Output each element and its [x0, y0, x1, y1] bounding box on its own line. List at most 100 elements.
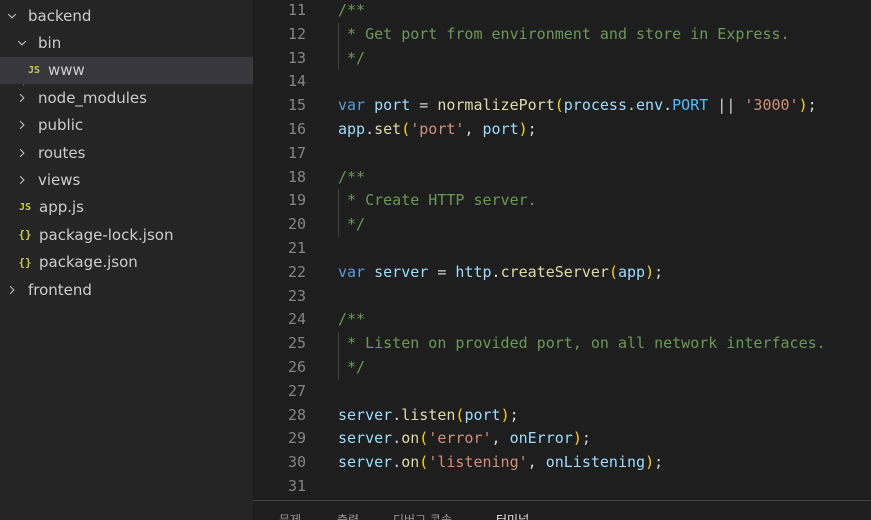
code-line[interactable]: 15 var port = normalizePort(process.env.P… [253, 94, 871, 118]
token-bracket: ) [645, 262, 655, 281]
line-number: 29 [287, 429, 306, 448]
token-bracket: ) [645, 453, 655, 472]
tree-item-views[interactable]: views [0, 166, 253, 193]
chevron-right-icon[interactable] [15, 166, 29, 193]
token-variable: app [617, 262, 646, 281]
chevron-right-icon[interactable] [15, 139, 29, 166]
code-line[interactable]: 20 */ [253, 213, 871, 237]
chevron-right-icon[interactable] [15, 112, 29, 139]
code-line[interactable]: 24 /** [253, 308, 871, 332]
token-bracket: ( [554, 96, 564, 115]
explorer-sidebar: backend bin JS www node_modulespublic routes v… [0, 0, 253, 520]
token-keyword: var [338, 96, 366, 115]
token-variable: http [455, 262, 492, 281]
token-comment: * Get port from environment and store in… [338, 24, 790, 43]
code-line[interactable]: 29 server.on('error', onError); [253, 427, 871, 451]
token-bracket: ) [500, 405, 510, 424]
tree-item-www[interactable]: JS www [0, 56, 253, 84]
code-text: server.listen(port); [338, 404, 519, 428]
token-punct: , [464, 120, 483, 138]
tree-item-label: bin [38, 33, 62, 52]
panel-tab[interactable]: 출력 [337, 511, 359, 520]
token-punct: . [663, 96, 673, 115]
chevron-right-icon[interactable] [5, 276, 19, 303]
tree-item-public[interactable]: public [0, 112, 253, 139]
token-punct: ; [581, 429, 591, 448]
token-variable: onListening [545, 453, 646, 472]
tree-item-routes[interactable]: routes [0, 139, 253, 166]
code-line[interactable]: 12 * Get port from environment and store… [253, 23, 871, 47]
tree-item-package-lock-json[interactable]: {} package-lock.json [0, 221, 253, 248]
code-text: server.on('listening', onListening); [338, 451, 663, 475]
token-punct: ; [654, 453, 664, 472]
tree-item-label: www [48, 61, 85, 80]
token-bracket: ( [608, 262, 618, 281]
code-line[interactable]: 16 app.set('port', port); [253, 118, 871, 142]
line-number: 30 [287, 453, 306, 472]
token-variable: process [563, 96, 627, 115]
code-line[interactable]: 25 * Listen on provided port, on all net… [253, 332, 871, 356]
code-line[interactable]: 11 /** [253, 0, 871, 23]
code-line[interactable]: 26 */ [253, 356, 871, 380]
tree-item-package-json[interactable]: {} package.json [0, 249, 253, 276]
comment-indent-guide [338, 213, 339, 237]
chevron-down-icon[interactable] [5, 2, 19, 29]
tree-item-bin[interactable]: bin [0, 29, 253, 56]
code-line[interactable]: 18 /** [253, 166, 871, 190]
code-line[interactable]: 27 [253, 380, 871, 404]
code-editor[interactable]: 11 /** 12 * Get port from environment and … [253, 0, 871, 500]
token-variable: port [482, 120, 519, 138]
code-text: /** [338, 166, 365, 190]
tree-item-label: package.json [39, 253, 138, 272]
code-text: * Create HTTP server. [338, 189, 537, 213]
chevron-right-icon[interactable] [15, 84, 29, 111]
panel-tab[interactable]: 디버그 콘솔 [393, 511, 452, 520]
json-file-icon: {} [18, 228, 32, 242]
token-punct: = [428, 262, 456, 281]
token-comment: */ [338, 358, 366, 376]
line-number: 26 [287, 358, 306, 376]
code-text: /** [338, 308, 365, 332]
code-line[interactable]: 13 */ [253, 47, 871, 71]
code-line[interactable]: 14 [253, 70, 871, 94]
code-line[interactable]: 28 server.listen(port); [253, 404, 871, 428]
tree-item-label: public [38, 116, 84, 135]
code-line[interactable]: 31 [253, 475, 871, 499]
token-variable: port [464, 405, 501, 424]
code-line[interactable]: 30 server.on('listening', onListening); [253, 451, 871, 475]
code-line[interactable]: 21 [253, 237, 871, 261]
chevron-down-icon[interactable] [15, 29, 29, 56]
code-line[interactable]: 17 [253, 142, 871, 166]
token-bracket: ) [572, 429, 582, 448]
tree-item-frontend[interactable]: frontend [0, 276, 253, 303]
panel-tab[interactable]: 문제 [279, 511, 301, 520]
tree-item-backend[interactable]: backend [0, 2, 253, 29]
code-line[interactable]: 22 var server = http.createServer(app); [253, 261, 871, 285]
tree-item-app-js[interactable]: JS app.js [0, 194, 253, 221]
token-punct: ; [509, 405, 519, 424]
tree-item-node-modules[interactable]: node_modules [0, 84, 253, 111]
comment-indent-guide [338, 46, 339, 71]
token-variable: env [636, 96, 664, 115]
tree-item-label: routes [38, 143, 86, 162]
line-number: 16 [287, 120, 306, 138]
token-bracket: ( [419, 429, 429, 448]
token-punct: . [365, 120, 375, 138]
token-punct: . [392, 453, 402, 472]
token-punct: = [410, 96, 438, 115]
code-text: server.on('error', onError); [338, 427, 591, 451]
line-number: 15 [287, 96, 306, 115]
code-line[interactable]: 23 [253, 285, 871, 309]
token-bracket: ( [401, 120, 411, 138]
comment-indent-guide [338, 356, 339, 380]
tree-item-label: node_modules [38, 88, 147, 107]
token-punct: ; [654, 262, 664, 281]
token-variable: onError [509, 429, 573, 448]
panel-tab[interactable]: 터미널 [496, 511, 529, 520]
line-number: 24 [287, 310, 306, 329]
comment-indent-guide [338, 332, 339, 356]
line-number: 28 [287, 405, 306, 424]
code-line[interactable]: 19 * Create HTTP server. [253, 189, 871, 213]
token-punct: ; [527, 120, 537, 138]
line-number: 11 [287, 1, 306, 19]
